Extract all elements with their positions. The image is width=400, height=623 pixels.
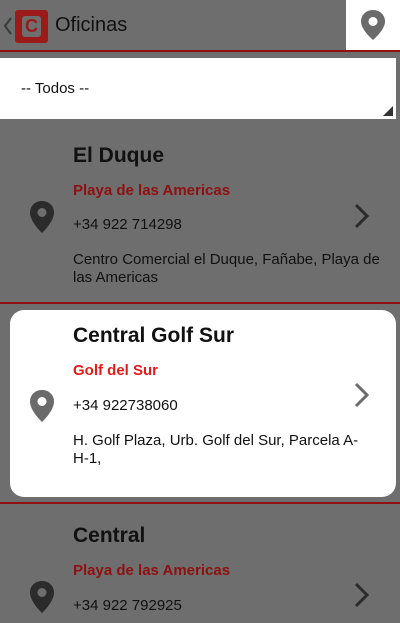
dropdown-corner-icon xyxy=(383,106,393,116)
list-divider xyxy=(0,502,400,504)
chevron-left-icon[interactable] xyxy=(3,14,13,38)
office-area: Playa de las Americas xyxy=(73,182,231,199)
map-pin-icon xyxy=(30,201,54,233)
office-item-central[interactable]: Central Playa de las Americas +34 922 79… xyxy=(0,506,400,623)
office-filter-select[interactable]: -- Todos -- xyxy=(0,58,396,119)
map-pin-icon xyxy=(361,10,385,40)
filter-selected-value: -- Todos -- xyxy=(21,80,90,97)
chevron-right-icon xyxy=(354,382,370,408)
office-name: Central Golf Sur xyxy=(73,324,235,347)
office-area: Golf del Sur xyxy=(73,362,159,379)
office-name: El Duque xyxy=(73,144,165,167)
map-button[interactable] xyxy=(346,0,400,50)
app-logo-letter: C xyxy=(25,16,38,36)
action-bar: C Oficinas xyxy=(0,0,400,52)
list-divider xyxy=(0,302,400,304)
chevron-right-icon xyxy=(354,203,370,229)
chevron-right-icon xyxy=(354,582,370,608)
office-address: Centro Comercial el Duque, Fañabe, Playa… xyxy=(73,251,380,286)
office-item-central-golf-sur[interactable]: Central Golf Sur Golf del Sur +34 922738… xyxy=(10,310,396,497)
office-phone: +34 922 714298 xyxy=(73,216,182,233)
app-logo-icon[interactable]: C xyxy=(15,10,48,43)
office-address: H. Golf Plaza, Urb. Golf del Sur, Parcel… xyxy=(73,432,359,467)
office-area: Playa de las Americas xyxy=(73,562,231,579)
office-phone: +34 922738060 xyxy=(73,397,178,414)
map-pin-icon xyxy=(30,581,54,613)
office-phone: +34 922 792925 xyxy=(73,597,182,614)
office-name: Central xyxy=(73,524,146,547)
page-title: Oficinas xyxy=(55,14,128,36)
map-pin-icon xyxy=(30,390,54,422)
office-item-el-duque[interactable]: El Duque Playa de las Americas +34 922 7… xyxy=(0,122,400,302)
